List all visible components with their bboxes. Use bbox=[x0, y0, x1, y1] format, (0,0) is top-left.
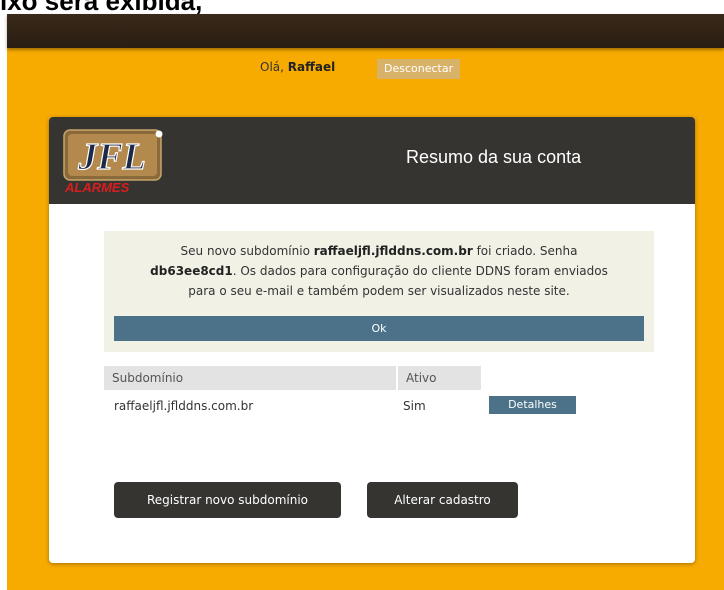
greeting: Olá, Raffael bbox=[260, 60, 335, 74]
register-subdomain-button[interactable]: Registrar novo subdomínio bbox=[114, 482, 341, 518]
notice-message: Seu novo subdomínio raffaeljfl.jflddns.c… bbox=[104, 241, 654, 301]
details-button[interactable]: Detalhes bbox=[489, 396, 576, 414]
column-header-subdomain: Subdomínio bbox=[104, 366, 396, 390]
notice-text-part: Seu novo subdomínio bbox=[180, 244, 314, 258]
notice-line-3: para o seu e-mail e também podem ser vis… bbox=[188, 284, 570, 298]
notice-text-part: foi criado. Senha bbox=[472, 244, 578, 258]
notice-subdomain: raffaeljfl.jflddns.com.br bbox=[313, 244, 473, 258]
card-header: JFL ALARMES Resumo da sua conta bbox=[49, 117, 695, 204]
username: Raffael bbox=[287, 60, 336, 74]
jfl-alarmes-logo: JFL ALARMES bbox=[63, 129, 163, 195]
logout-button[interactable]: Desconectar bbox=[377, 59, 461, 79]
logo-subtext: ALARMES bbox=[64, 180, 130, 195]
column-header-active: Ativo bbox=[398, 366, 481, 390]
notice-text-part: . Os dados para configuração do cliente … bbox=[232, 264, 608, 278]
logo-text: JFL bbox=[77, 136, 146, 178]
notice-line-1: Seu novo subdomínio raffaeljfl.jflddns.c… bbox=[104, 241, 654, 261]
greeting-label: Olá, bbox=[260, 60, 284, 74]
ok-button[interactable]: Ok bbox=[114, 316, 644, 341]
cell-active: Sim bbox=[403, 399, 426, 413]
notice-line-2: db63ee8cd1. Os dados para configuração d… bbox=[104, 261, 654, 281]
top-bar bbox=[7, 14, 724, 48]
notice-password: db63ee8cd1 bbox=[150, 264, 233, 278]
cell-subdomain: raffaeljfl.jflddns.com.br bbox=[114, 399, 254, 413]
edit-account-button[interactable]: Alterar cadastro bbox=[367, 482, 518, 518]
browser-page: Olá, Raffael Desconectar JFL ALARMES Res… bbox=[7, 14, 724, 590]
account-summary-card: JFL ALARMES Resumo da sua conta Seu novo… bbox=[49, 117, 695, 563]
success-notice: Seu novo subdomínio raffaeljfl.jflddns.c… bbox=[104, 231, 654, 352]
page-title: Resumo da sua conta bbox=[406, 147, 582, 167]
